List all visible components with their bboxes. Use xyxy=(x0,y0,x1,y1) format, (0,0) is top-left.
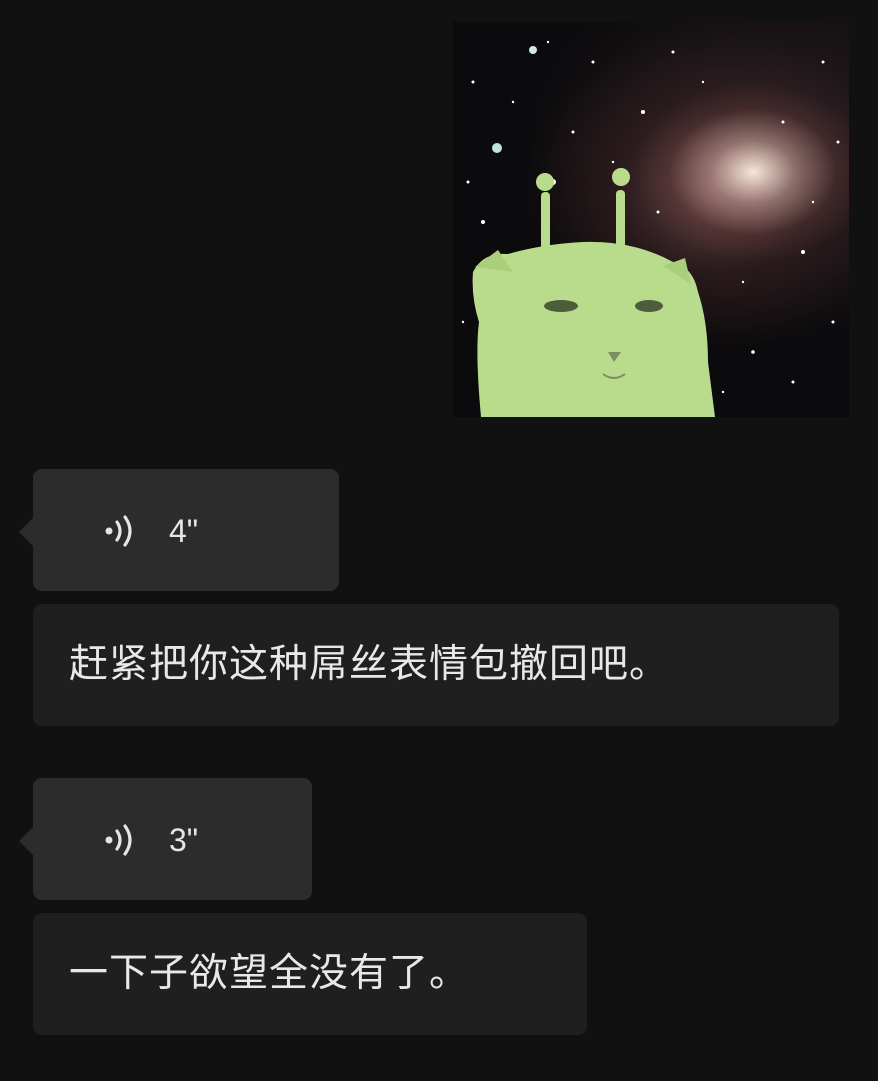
bubble-tail xyxy=(19,826,34,856)
voice-duration: 4" xyxy=(169,513,199,549)
alien-cat-sticker-icon xyxy=(461,40,840,417)
voice-play-icon[interactable] xyxy=(105,824,145,856)
bubble-tail xyxy=(19,517,34,547)
voice-transcript-bubble[interactable]: 赶紧把你这种屌丝表情包撤回吧。 xyxy=(33,604,839,726)
voice-message-bubble[interactable]: 4" xyxy=(19,469,339,591)
voice-duration: 3" xyxy=(169,822,199,858)
voice-transcript-bubble[interactable]: 一下子欲望全没有了。 xyxy=(33,913,587,1035)
voice-message-bubble[interactable]: 3" xyxy=(19,778,312,900)
voice-transcript-text: 一下子欲望全没有了。 xyxy=(69,951,470,996)
voice-play-icon[interactable] xyxy=(105,515,145,547)
voice-transcript-text: 赶紧把你这种屌丝表情包撤回吧。 xyxy=(69,642,670,687)
sticker-image[interactable] xyxy=(453,22,849,417)
